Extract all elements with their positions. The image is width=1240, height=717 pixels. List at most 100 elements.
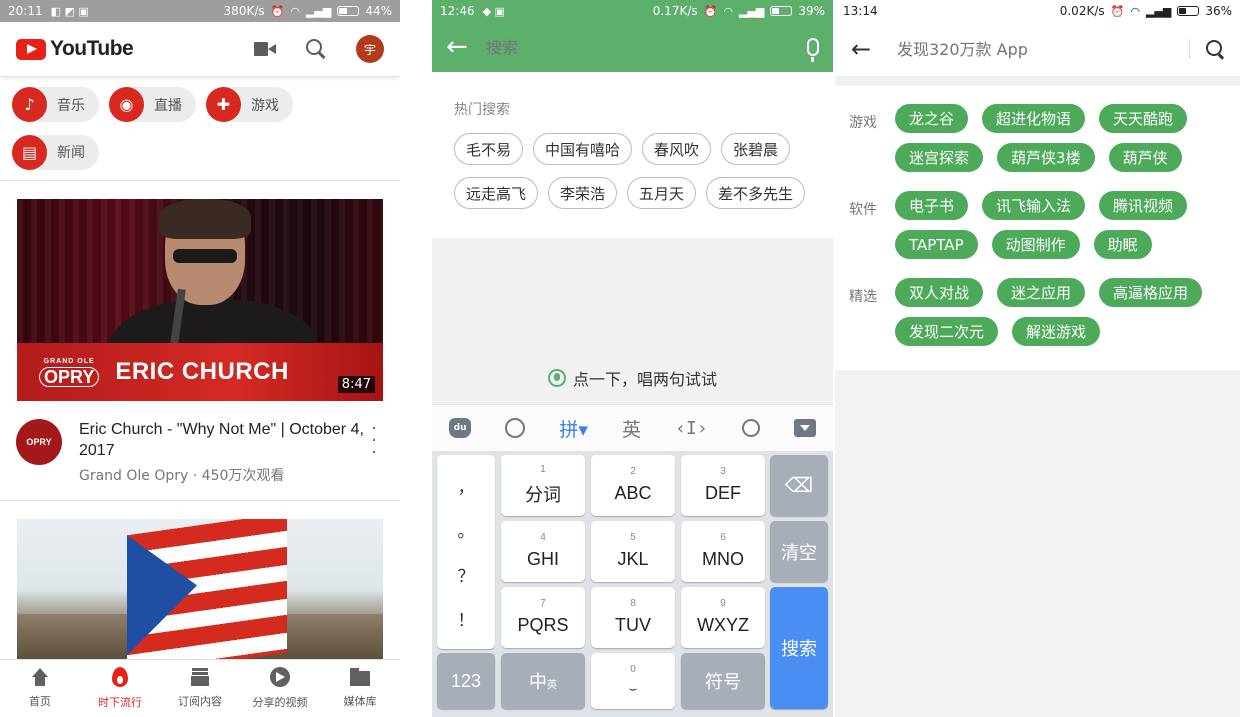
punct-key[interactable]: 。 bbox=[458, 517, 475, 542]
key-8[interactable]: 8 TUV bbox=[591, 587, 675, 648]
suggestion-tag[interactable]: 腾讯视频 bbox=[1099, 191, 1188, 220]
tab-subscriptions[interactable]: 订阅内容 bbox=[160, 660, 240, 717]
library-folder-icon bbox=[349, 668, 371, 686]
suggestion-tag[interactable]: 高逼格应用 bbox=[1099, 278, 1203, 307]
flag-graphic bbox=[127, 519, 287, 659]
video-thumbnail-2[interactable] bbox=[17, 519, 383, 659]
punct-key[interactable]: ！ bbox=[458, 606, 475, 631]
suggestion-tag[interactable]: 双人对战 bbox=[895, 278, 984, 307]
suggestion-tag[interactable]: 迷宫探索 bbox=[895, 143, 984, 172]
suggestion-tag[interactable]: 葫芦侠3楼 bbox=[997, 143, 1095, 172]
symbols-key[interactable]: 符号 bbox=[681, 653, 765, 709]
punct-key[interactable]: ？ bbox=[458, 562, 475, 587]
status-bar: 13:14 0.02K/s ⏰ ◠ ▂▄▆ 36% bbox=[835, 0, 1240, 22]
search-icon[interactable] bbox=[306, 39, 326, 59]
key-9[interactable]: 9 WXYZ bbox=[681, 587, 765, 648]
upload-video-camera-icon[interactable] bbox=[254, 42, 276, 56]
punct-key[interactable]: ， bbox=[458, 473, 475, 498]
suggestion-tag[interactable]: 解迷游戏 bbox=[1012, 317, 1101, 346]
hot-tag[interactable]: 张碧晨 bbox=[721, 133, 791, 165]
key-4[interactable]: 4 GHI bbox=[501, 521, 585, 582]
search-screen: 12:46 ◆ ▣ 0.17K/s ⏰ ◠ ▂▄▆ 39% ← 热门搜索 毛不易… bbox=[432, 0, 833, 717]
category-label: 软件 bbox=[849, 202, 877, 218]
backspace-key[interactable]: ⌫ bbox=[770, 455, 828, 516]
key-7[interactable]: 7 PQRS bbox=[501, 587, 585, 648]
back-arrow-icon[interactable]: ← bbox=[851, 35, 881, 63]
hot-tag[interactable]: 五月天 bbox=[627, 177, 697, 209]
search-input[interactable] bbox=[486, 37, 807, 57]
hot-tag[interactable]: 中国有嘻哈 bbox=[533, 133, 633, 165]
video-duration: 8:47 bbox=[337, 376, 375, 393]
key-5[interactable]: 5 JKL bbox=[591, 521, 675, 582]
search-key[interactable]: 搜索 bbox=[770, 587, 828, 709]
trending-flame-icon bbox=[112, 667, 128, 687]
chip-label: 直播 bbox=[154, 97, 182, 114]
suggestion-tag[interactable]: 助眠 bbox=[1093, 230, 1152, 259]
suggestion-tag[interactable]: 超进化物语 bbox=[982, 104, 1086, 133]
chip-gaming[interactable]: ✚ 游戏 bbox=[206, 87, 293, 122]
key-6[interactable]: 6 MNO bbox=[681, 521, 765, 582]
english-mode-button[interactable]: 英 bbox=[622, 415, 641, 442]
suggestion-tag[interactable]: 龙之谷 bbox=[895, 104, 969, 133]
hot-tag[interactable]: 差不多先生 bbox=[706, 177, 806, 209]
hide-keyboard-icon[interactable] bbox=[793, 419, 816, 437]
singer-hair bbox=[159, 199, 251, 239]
baidu-input-logo-icon[interactable]: du bbox=[449, 418, 472, 438]
emoji-icon[interactable] bbox=[505, 418, 526, 438]
network-speed: 0.02K/s bbox=[1059, 4, 1105, 18]
suggestion-tag[interactable]: 电子书 bbox=[895, 191, 969, 220]
app-search-input[interactable] bbox=[897, 39, 1189, 59]
chip-news[interactable]: ▤ 新闻 bbox=[12, 134, 99, 170]
suggestion-tag[interactable]: 迷之应用 bbox=[997, 278, 1086, 307]
numeric-mode-key[interactable]: 123 bbox=[437, 653, 495, 709]
tab-trending[interactable]: 时下流行 bbox=[80, 660, 160, 717]
suggestion-tag[interactable]: 讯飞输入法 bbox=[982, 191, 1086, 220]
search-icon[interactable] bbox=[741, 419, 760, 437]
suggestion-tag[interactable]: 动图制作 bbox=[991, 230, 1080, 259]
youtube-play-icon bbox=[16, 38, 46, 60]
language-switch-key[interactable]: 中英 bbox=[501, 653, 585, 709]
category-featured: 精选 双人对战 迷之应用 高逼格应用 发现二次元 解迷游戏 bbox=[849, 278, 1226, 346]
tab-library[interactable]: 媒体库 bbox=[320, 660, 400, 717]
tab-home[interactable]: 首页 bbox=[0, 660, 80, 717]
hot-tag[interactable]: 李荣浩 bbox=[548, 177, 618, 209]
pinyin-mode-button[interactable]: 拼▾ bbox=[559, 415, 588, 442]
hot-tag[interactable]: 春风吹 bbox=[642, 133, 712, 165]
tab-shared[interactable]: 分享的视频 bbox=[240, 660, 320, 717]
more-options-icon[interactable]: · · · bbox=[364, 420, 384, 500]
sing-to-search-hint[interactable]: 点一下，唱两句试试 bbox=[432, 366, 833, 390]
opry-banner: GRAND OLE OPRY ERIC CHURCH bbox=[17, 343, 383, 401]
live-broadcast-icon: ◉ bbox=[109, 87, 144, 122]
cursor-move-icon[interactable]: ‹I› bbox=[675, 418, 708, 439]
battery-percent: 39% bbox=[798, 4, 825, 18]
hot-tag[interactable]: 远走高飞 bbox=[454, 177, 539, 209]
chip-live[interactable]: ◉ 直播 bbox=[109, 87, 196, 122]
suggestion-tag[interactable]: 葫芦侠 bbox=[1108, 143, 1182, 172]
key-1[interactable]: 1 分词 bbox=[501, 455, 585, 516]
hot-tag[interactable]: 毛不易 bbox=[454, 133, 524, 165]
search-icon[interactable] bbox=[1206, 40, 1224, 58]
video-thumbnail[interactable]: GRAND OLE OPRY ERIC CHURCH 8:47 bbox=[17, 199, 383, 401]
key-3[interactable]: 3 DEF bbox=[681, 455, 765, 516]
network-speed: 0.17K/s bbox=[652, 4, 698, 18]
youtube-logo[interactable]: YouTube bbox=[16, 37, 134, 61]
clear-key[interactable]: 清空 bbox=[770, 521, 828, 582]
youtube-screen: 20:11 ◧ ◩ ▣ 380K/s ⏰ ◠ ▂▄▆ 44% YouTube 宇… bbox=[0, 0, 400, 717]
space-key[interactable]: 0 ⌣ bbox=[591, 653, 675, 709]
back-arrow-icon[interactable]: ← bbox=[446, 34, 476, 60]
mic-space-icon: ⌣ bbox=[628, 681, 638, 696]
shared-videos-icon bbox=[270, 667, 290, 687]
tab-label: 媒体库 bbox=[343, 695, 377, 708]
voice-mic-icon[interactable] bbox=[807, 38, 819, 62]
account-avatar[interactable]: 宇 bbox=[356, 35, 384, 63]
channel-avatar[interactable]: OPRY bbox=[16, 419, 62, 465]
chip-music[interactable]: ♪ 音乐 bbox=[12, 87, 99, 122]
suggestion-tag[interactable]: 天天酷跑 bbox=[1099, 104, 1188, 133]
key-2[interactable]: 2 ABC bbox=[591, 455, 675, 516]
punctuation-column[interactable]: ， 。 ？ ！ bbox=[437, 455, 495, 649]
video-title[interactable]: Eric Church - "Why Not Me" | October 4, … bbox=[79, 419, 364, 461]
video-metadata: OPRY Eric Church - "Why Not Me" | Octobe… bbox=[0, 401, 400, 501]
suggestion-tag[interactable]: TAPTAP bbox=[895, 230, 978, 259]
logo-text: YouTube bbox=[50, 37, 134, 60]
suggestion-tag[interactable]: 发现二次元 bbox=[895, 317, 999, 346]
